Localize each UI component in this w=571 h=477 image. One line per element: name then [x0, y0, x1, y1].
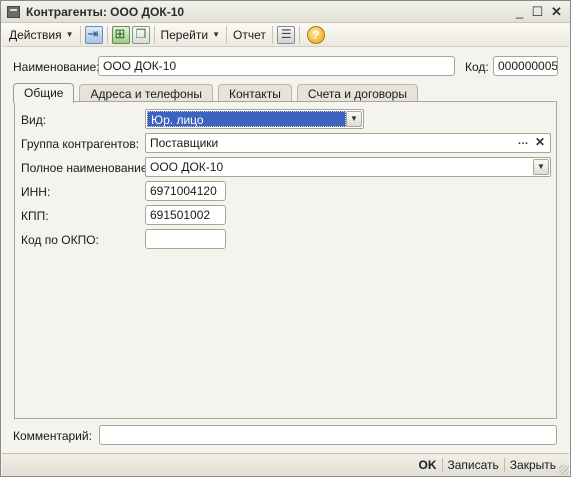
ok-button[interactable]: OK: [414, 458, 442, 472]
toolbar-divider: [271, 25, 273, 44]
tab-strip: Общие Адреса и телефоны Контакты Счета и…: [13, 83, 423, 103]
type-selected-value: Юр. лицо: [147, 111, 346, 127]
dialog-window: Контрагенты: ООО ДОК-10 _ ☐ ✕ Действия ▼…: [0, 0, 571, 477]
ellipsis-icon[interactable]: …: [515, 135, 531, 151]
toolbar-divider: [79, 25, 81, 44]
close-button[interactable]: Закрыть: [505, 458, 561, 472]
group-label: Группа контрагентов:: [21, 137, 140, 151]
okpo-input[interactable]: [145, 229, 226, 249]
tab-general[interactable]: Общие: [13, 83, 75, 103]
minimize-button[interactable]: _: [511, 4, 528, 20]
copy-icon[interactable]: [131, 25, 150, 44]
name-input[interactable]: ООО ДОК-10: [98, 56, 455, 76]
list-icon[interactable]: [276, 25, 295, 44]
comment-label: Комментарий:: [13, 429, 92, 443]
chevron-down-icon: ▼: [65, 30, 74, 39]
name-label: Наименование:: [13, 60, 100, 74]
code-input[interactable]: 000000005: [493, 56, 558, 76]
save-button[interactable]: Записать: [443, 458, 504, 472]
clear-icon[interactable]: ✕: [532, 135, 548, 151]
okpo-label: Код по ОКПО:: [21, 233, 99, 247]
chevron-down-icon[interactable]: ▼: [346, 111, 362, 127]
toolbar-divider: [106, 25, 108, 44]
structure-icon[interactable]: [111, 25, 130, 44]
kpp-input[interactable]: 691501002: [145, 205, 226, 225]
actions-menu[interactable]: Действия ▼: [6, 25, 77, 45]
close-window-button[interactable]: ✕: [548, 4, 565, 20]
toolbar: Действия ▼ Перейти ▼ Отчет ?: [2, 23, 569, 47]
window-icon: [7, 6, 20, 18]
resize-grip-icon[interactable]: [559, 465, 569, 475]
group-value: Поставщики: [150, 136, 219, 150]
actions-menu-label: Действия: [9, 27, 62, 42]
type-select[interactable]: Юр. лицо ▼: [145, 109, 364, 129]
window-title: Контрагенты: ООО ДОК-10: [26, 5, 185, 19]
title-bar[interactable]: Контрагенты: ООО ДОК-10 _ ☐ ✕: [1, 1, 570, 23]
inn-label: ИНН:: [21, 185, 51, 199]
inn-input[interactable]: 6971004120: [145, 181, 226, 201]
report-button-label: Отчет: [232, 27, 266, 42]
fullname-input[interactable]: ООО ДОК-10 ▼: [145, 157, 551, 177]
toolbar-divider: [225, 25, 227, 44]
code-label: Код:: [465, 60, 489, 74]
goto-menu-label: Перейти: [160, 27, 209, 42]
toolbar-divider: [153, 25, 155, 44]
kpp-label: КПП:: [21, 209, 49, 223]
type-label: Вид:: [21, 113, 47, 127]
maximize-button[interactable]: ☐: [529, 4, 546, 20]
chevron-down-icon[interactable]: ▼: [533, 159, 549, 175]
footer-bar: OK Записать Закрыть: [2, 453, 569, 476]
move-to-group-icon[interactable]: [84, 25, 103, 44]
tab-addresses-phones[interactable]: Адреса и телефоны: [79, 84, 213, 102]
fullname-value: ООО ДОК-10: [150, 160, 224, 174]
group-select[interactable]: Поставщики … ✕: [145, 133, 551, 153]
chevron-down-icon: ▼: [212, 30, 220, 39]
tab-accounts-contracts[interactable]: Счета и договоры: [296, 84, 418, 102]
fullname-label: Полное наименование:: [21, 161, 151, 175]
goto-menu[interactable]: Перейти ▼: [158, 25, 223, 45]
toolbar-divider: [298, 25, 300, 44]
report-button[interactable]: Отчет: [230, 25, 269, 45]
tab-contacts[interactable]: Контакты: [217, 84, 292, 102]
help-icon[interactable]: ?: [306, 25, 325, 44]
comment-input[interactable]: [99, 425, 557, 445]
